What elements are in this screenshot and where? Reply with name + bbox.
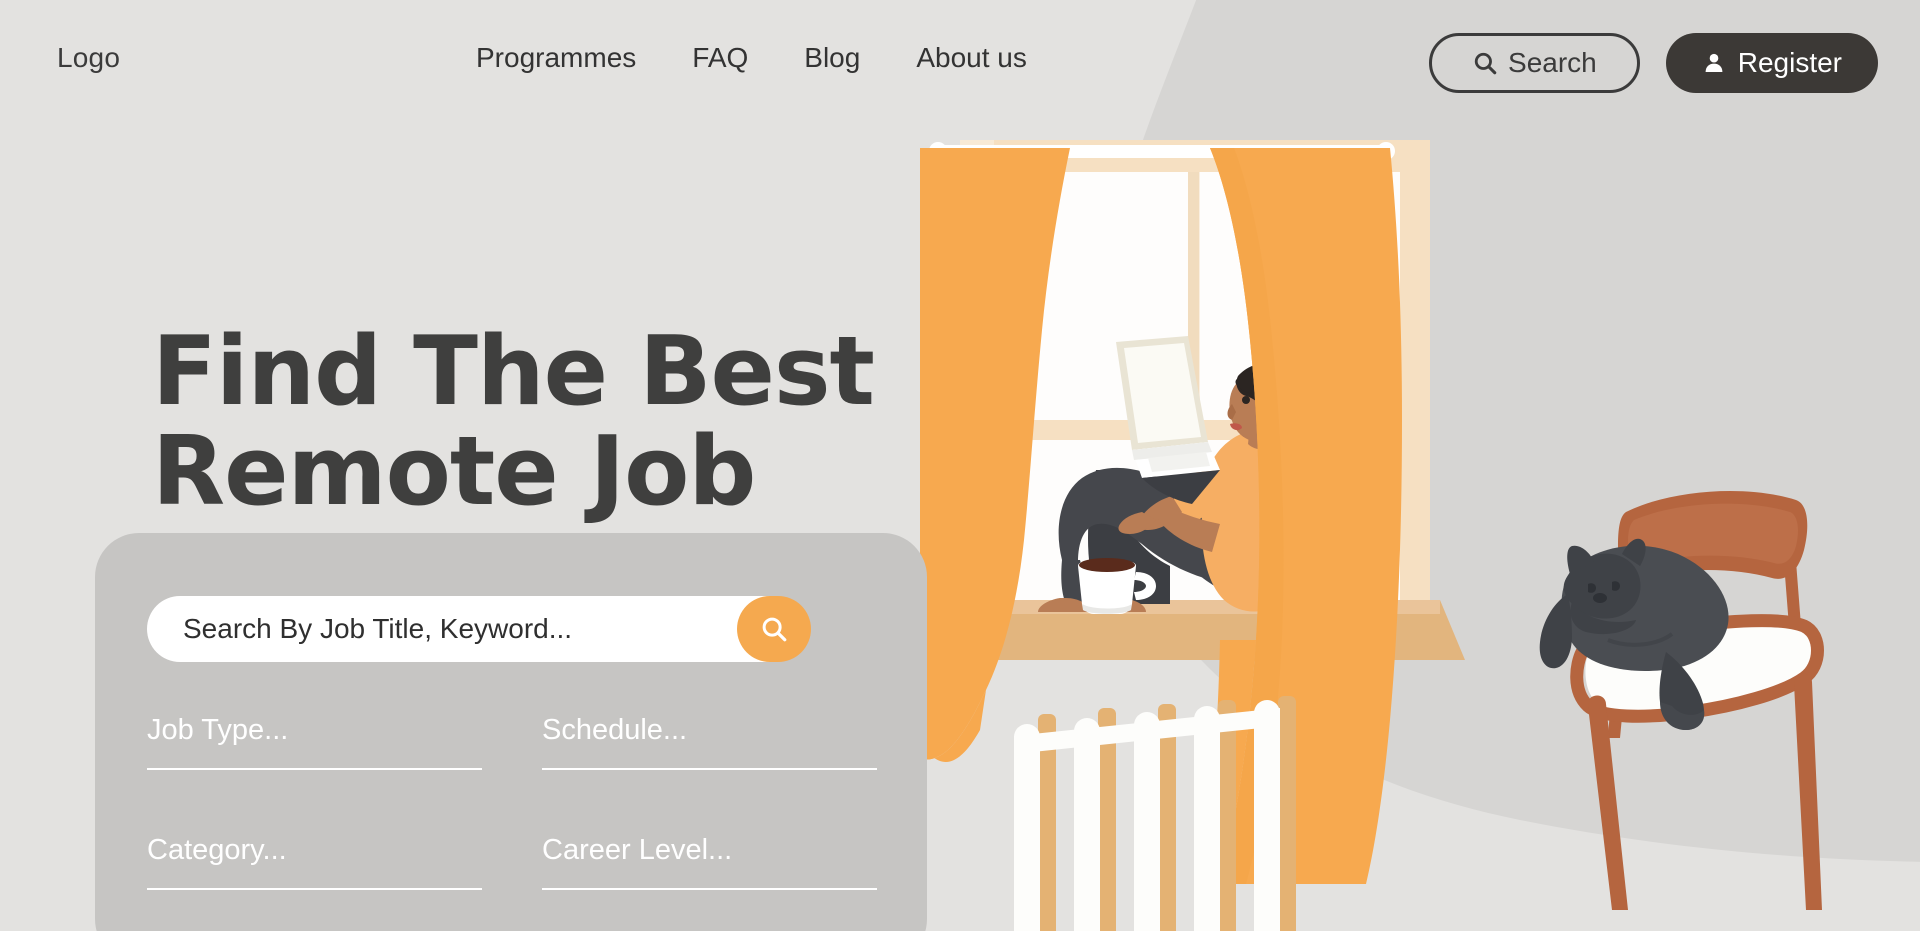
nav-link-blog[interactable]: Blog — [776, 44, 888, 72]
filter-career-level[interactable]: Career Level... — [542, 836, 877, 898]
search-icon — [1474, 52, 1497, 75]
nav-link-programmes[interactable]: Programmes — [448, 44, 664, 72]
filter-job-type[interactable]: Job Type... — [147, 716, 482, 778]
filter-underline — [147, 768, 482, 770]
user-icon — [1705, 53, 1723, 72]
nav-link-faq[interactable]: FAQ — [664, 44, 776, 72]
register-button[interactable]: Register — [1665, 33, 1878, 93]
filter-category[interactable]: Category... — [147, 836, 482, 898]
job-search-card: Job Type... Schedule... Category... Care… — [95, 533, 927, 931]
filter-schedule-label: Schedule... — [542, 714, 688, 746]
search-button[interactable]: Search — [1429, 33, 1640, 93]
filter-fields: Job Type... Schedule... Category... Care… — [147, 716, 877, 898]
nav-links: Programmes FAQ Blog About us — [448, 44, 1055, 72]
search-submit-button[interactable] — [737, 596, 811, 662]
hero-heading: Find The Best Remote Job — [152, 316, 875, 528]
filter-job-type-label: Job Type... — [147, 714, 289, 746]
top-navigation-bar: Logo Programmes FAQ Blog About us Search — [0, 0, 1920, 120]
filter-career-level-label: Career Level... — [542, 834, 733, 866]
search-input[interactable] — [147, 612, 737, 646]
logo[interactable]: Logo — [57, 44, 120, 72]
landing-page: Logo Programmes FAQ Blog About us Search — [0, 0, 1920, 931]
filter-schedule[interactable]: Schedule... — [542, 716, 877, 778]
filter-underline — [542, 768, 877, 770]
search-icon — [762, 617, 787, 642]
nav-actions: Search Register — [1429, 33, 1878, 93]
hero-illustration — [920, 140, 1824, 931]
nav-link-about-us[interactable]: About us — [888, 44, 1055, 72]
register-button-label: Register — [1737, 47, 1842, 78]
keyword-search-bar — [147, 596, 811, 662]
filter-underline — [542, 888, 877, 890]
search-button-label: Search — [1508, 47, 1597, 78]
filter-category-label: Category... — [147, 834, 287, 866]
filter-underline — [147, 888, 482, 890]
